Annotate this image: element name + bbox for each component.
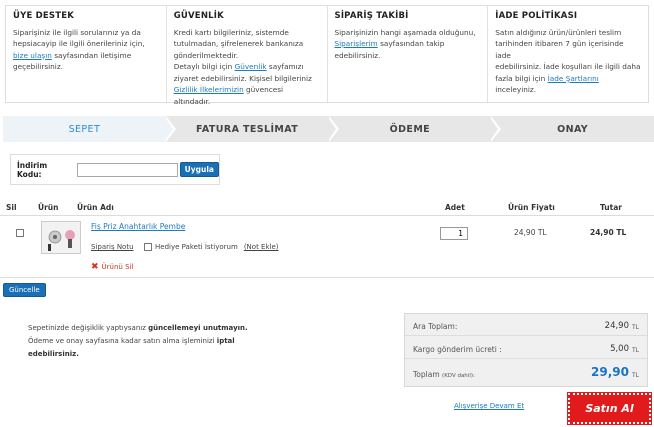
info-text: Detaylı bilgi için <box>173 62 233 71</box>
col-urun-adi: Ürün Adı <box>77 203 114 212</box>
summary-label: Ara Toplam: <box>413 322 458 331</box>
info-siparis-takibi: SİPARİŞ TAKİBİ Siparişinizin hangi aşama… <box>328 6 489 102</box>
total-note: (KDV dahil): <box>442 373 475 379</box>
summary-shipping: Kargo gönderim ücreti : 5,00 TL <box>405 339 647 359</box>
product-name-link[interactable]: Fiş Priz Anahtarlık Pembe <box>91 222 185 231</box>
gift-label: Hediye Paketi İstiyorum <box>155 243 238 251</box>
step-label: FATURA TESLİMAT <box>196 123 299 135</box>
info-text: Siparişinizin hangi aşamada olduğunu, <box>334 27 476 37</box>
col-tutar: Tutar <box>600 203 622 212</box>
contact-link[interactable]: bize ulaşın <box>13 51 52 60</box>
info-text: tutulmadan, şifrelenerek bankanıza <box>173 39 304 48</box>
gift-checkbox[interactable] <box>144 243 152 251</box>
divider <box>0 215 654 216</box>
step-label: ÖDEME <box>389 123 431 135</box>
apply-coupon-button[interactable]: Uygula <box>179 162 219 177</box>
summary-subtotal: Ara Toplam: 24,90 TL <box>405 316 647 336</box>
info-text: tarihinden itibaren 7 gün içerisinde iad… <box>495 39 624 60</box>
note-bold: iptal <box>216 337 235 345</box>
note-text: Sepetinizde değişiklik yaptıysanız <box>28 324 146 332</box>
step-label: SEPET <box>68 123 101 135</box>
currency-label: TL <box>631 347 639 354</box>
add-note-link[interactable]: (Not Ekle) <box>244 243 279 251</box>
coupon-box: İndirim Kodu: Uygula <box>10 154 220 185</box>
info-text: Kredi kartı bilgileriniz, sistemde <box>173 27 289 37</box>
coupon-input[interactable] <box>76 162 178 177</box>
step-odeme: ÖDEME <box>328 116 502 142</box>
orders-link[interactable]: Siparişlerim <box>335 39 378 48</box>
close-icon: ✖ <box>91 262 99 272</box>
col-adet: Adet <box>445 203 465 212</box>
info-text: hepsiacayip ile ilgili önerileriniz için… <box>13 39 145 48</box>
info-text: edebilirsiniz. <box>334 50 381 60</box>
info-guvenlik: GÜVENLİK Kredi kartı bilgileriniz, siste… <box>167 6 328 106</box>
info-text: sayfamızı <box>268 62 304 71</box>
delete-checkbox[interactable] <box>16 229 24 237</box>
buy-button[interactable]: Satın Al <box>567 392 652 425</box>
currency-label: TL <box>631 324 639 331</box>
cart-notes: Sepetinizde değişiklik yaptıysanız günce… <box>28 322 248 361</box>
info-title: ÜYE DESTEK <box>13 11 74 21</box>
info-panel: ÜYE DESTEK Siparişiniz ile ilgili sorula… <box>5 5 649 106</box>
info-text: gönderilmektedir. <box>173 50 239 60</box>
gift-option: Hediye Paketi İstiyorum (Not Ekle) <box>144 243 279 251</box>
continue-shopping-link[interactable]: Alışverişe Devam Et <box>454 402 524 410</box>
quantity-input[interactable] <box>440 227 468 240</box>
summary-label: Toplam (KDV dahil): <box>413 370 475 379</box>
grand-total: 29,90 <box>591 365 629 379</box>
info-title: SİPARİŞ TAKİBİ <box>334 11 409 21</box>
info-text: fazla bilgi için <box>495 73 546 83</box>
col-urun: Ürün <box>38 203 59 212</box>
info-uye-destek: ÜYE DESTEK Siparişiniz ile ilgili sorula… <box>6 6 167 102</box>
note-bold: güncellemeyi unutmayın. <box>148 324 248 332</box>
info-text: edebilirsiniz. İade koşulları ile ilgili… <box>495 62 641 71</box>
security-link[interactable]: Güvenlik <box>235 62 267 71</box>
info-text: ziyaret edebilirsiniz. Kişisel bilgileri… <box>173 73 312 83</box>
step-label: ONAY <box>557 123 589 135</box>
summary-label: Kargo gönderim ücreti : <box>413 345 502 354</box>
info-iade: İADE POLİTİKASI Satın aldığınız ürün/ürü… <box>488 6 648 102</box>
privacy-link[interactable]: Gizlilik İlkelerimizin <box>174 85 244 94</box>
return-policy-link[interactable]: İade Şartlarını <box>548 74 599 83</box>
note-text: Ödeme ve onay sayfasına kadar satın alma… <box>28 337 215 345</box>
order-note-link[interactable]: Sipariş Notu <box>91 243 134 251</box>
summary-value: 5,00 <box>610 344 629 354</box>
info-text: sayfasından takip <box>380 39 445 48</box>
info-title: İADE POLİTİKASI <box>495 11 578 21</box>
remove-product[interactable]: ✖ Ürünü Sil <box>91 262 133 272</box>
step-onay: ONAY <box>491 116 654 142</box>
info-text: inceleyiniz. <box>495 85 537 94</box>
line-total: 24,90 TL <box>590 228 627 237</box>
summary-total: Toplam (KDV dahil): 29,90 TL <box>405 362 647 386</box>
info-text: Satın aldığınız ürün/ürünleri teslim <box>495 27 622 37</box>
info-text: Siparişiniz ile ilgili sorularınız ya da <box>13 27 141 37</box>
currency-label: TL <box>631 372 639 379</box>
divider <box>0 277 654 278</box>
note-bold: edebilirsiniz. <box>28 350 79 358</box>
col-fiyat: Ürün Fiyatı <box>508 203 555 212</box>
order-summary: Ara Toplam: 24,90 TL Kargo gönderim ücre… <box>404 313 648 387</box>
summary-value: 24,90 <box>604 321 629 331</box>
checkout-steps: SEPET FATURA TESLİMAT ÖDEME ONAY <box>3 116 654 142</box>
remove-label: Ürünü Sil <box>101 263 134 271</box>
info-title: GÜVENLİK <box>173 11 224 21</box>
step-fatura-teslimat: FATURA TESLİMAT <box>165 116 339 142</box>
info-text: geçebilirsiniz. <box>13 62 63 71</box>
total-label: Toplam <box>413 370 440 379</box>
col-sil: Sil <box>6 203 17 212</box>
buy-label: Satın Al <box>585 402 634 415</box>
unit-price: 24,90 TL <box>514 228 547 237</box>
product-thumbnail[interactable] <box>41 221 81 254</box>
coupon-label: İndirim Kodu: <box>17 160 48 179</box>
step-sepet: SEPET <box>3 116 176 142</box>
info-text: sayfasından iletişime <box>54 50 132 60</box>
update-button[interactable]: Güncelle <box>3 283 46 297</box>
